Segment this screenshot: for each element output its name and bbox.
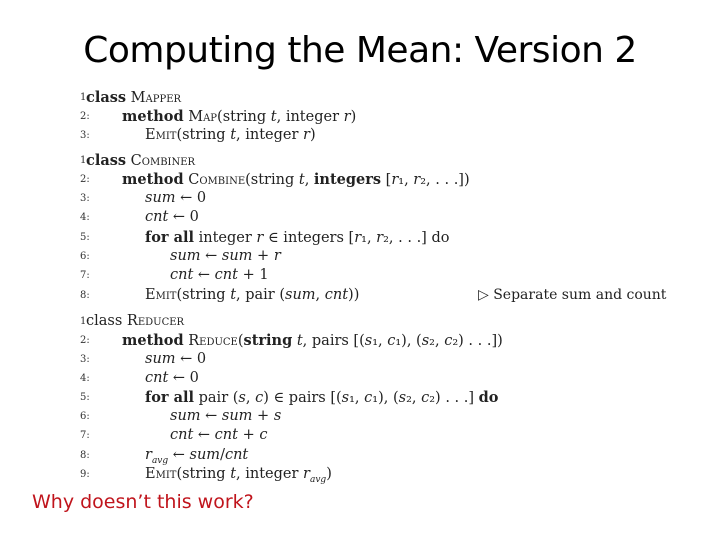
line-number: 7: <box>80 430 90 441</box>
code-text: for all integer r ∈ integers [r₁, r₂, . … <box>145 229 450 246</box>
line-number: 8: <box>80 450 90 461</box>
code-text: class Reducer <box>86 313 185 329</box>
code-text: sum ← 0 <box>145 351 207 367</box>
line-number: 4: <box>80 212 90 223</box>
code-text: Emit(string t, integer ravg) <box>145 466 332 485</box>
line-number: 3: <box>80 354 90 365</box>
line-number: 3: <box>80 130 90 141</box>
line-number: 2: <box>80 335 90 346</box>
line-number: 6: <box>80 251 90 262</box>
line-number: 9: <box>80 469 90 480</box>
code-text: cnt ← 0 <box>145 370 199 386</box>
code-text: sum ← sum + r <box>170 248 281 264</box>
line-number: 2: <box>80 111 90 122</box>
code-text: cnt ← cnt + c <box>170 427 268 443</box>
code-text: Emit(string t, integer r) <box>145 127 316 143</box>
code-text: sum ← 0 <box>145 190 207 206</box>
line-number: 5: <box>80 392 90 403</box>
question-text: Why doesn’t this work? <box>32 491 254 513</box>
code-comment: ▷ Separate sum and count <box>478 287 667 303</box>
line-number: 3: <box>80 193 90 204</box>
code-text: method Combine(string t, integers [r₁, r… <box>122 171 470 188</box>
code-text: class Combiner <box>86 152 196 169</box>
pseudocode-figure: 1: class Mapper 2: method Map(string t, … <box>0 0 720 540</box>
line-number: 2: <box>80 174 90 185</box>
code-text: method Map(string t, integer r) <box>122 108 357 125</box>
line-number: 7: <box>80 270 90 281</box>
code-text: class Mapper <box>86 89 182 106</box>
code-text: cnt ← 0 <box>145 209 199 225</box>
code-text: for all pair (s, c) ∈ pairs [(s₁, c₁), (… <box>145 389 499 406</box>
line-number: 6: <box>80 411 90 422</box>
line-number: 8: <box>80 290 90 301</box>
line-number: 5: <box>80 232 90 243</box>
code-text: Emit(string t, pair (sum, cnt)) <box>145 287 360 303</box>
code-text: cnt ← cnt + 1 <box>170 267 269 283</box>
code-text: method Reduce(string t, pairs [(s₁, c₁),… <box>122 332 503 349</box>
code-text: sum ← sum + s <box>170 408 282 424</box>
line-number: 4: <box>80 373 90 384</box>
